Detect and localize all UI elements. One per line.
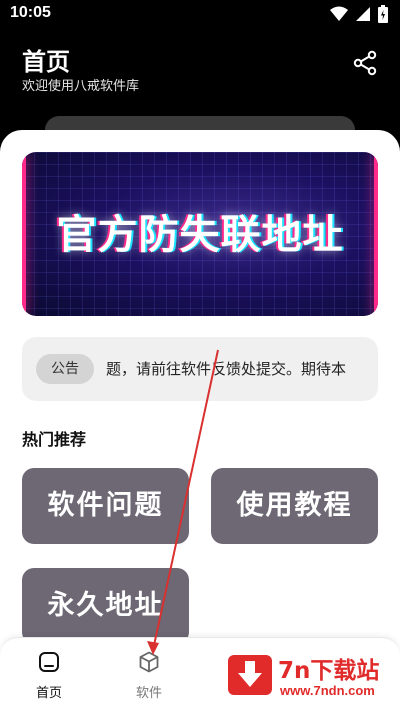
banner-text: 官方防失联地址 <box>56 212 344 258</box>
notice-text: 题，请前往软件反馈处提交。期待本 <box>106 360 347 378</box>
nav-item-home[interactable]: 首页 <box>19 650 79 701</box>
watermark-logo <box>228 655 272 695</box>
status-icons <box>330 5 388 23</box>
tile-tutorial[interactable]: 使用教程 <box>211 468 378 544</box>
app-header: 首页 欢迎使用八戒软件库 <box>0 30 400 130</box>
signal-icon <box>356 7 370 21</box>
watermark-title: 7n下载站 <box>278 658 380 684</box>
nav-item-software[interactable]: 软件 <box>119 650 179 701</box>
download-arrow-icon <box>238 661 262 687</box>
page-title: 首页 <box>22 48 70 76</box>
watermark: 7n下载站 www.7ndn.com <box>228 651 393 701</box>
nav-label-software: 软件 <box>135 686 162 701</box>
home-icon <box>39 652 59 672</box>
page-subtitle: 欢迎使用八戒软件库 <box>22 79 140 94</box>
watermark-url: www.7ndn.com <box>280 683 375 698</box>
status-bar: 10:05 <box>0 0 400 30</box>
section-title-hot: 热门推荐 <box>22 430 87 449</box>
notice-bar[interactable]: 公告 题，请前往软件反馈处提交。期待本 <box>22 337 378 401</box>
tile-permanent-address[interactable]: 永久地址 <box>22 568 189 644</box>
nav-label-home: 首页 <box>35 686 62 701</box>
notice-tag: 公告 <box>36 354 94 384</box>
status-time: 10:05 <box>10 4 51 21</box>
cube-icon <box>139 651 159 673</box>
tile-software-issues[interactable]: 软件问题 <box>22 468 189 544</box>
share-icon[interactable] <box>352 50 378 76</box>
banner[interactable]: 官方防失联地址 <box>22 152 378 316</box>
battery-icon <box>378 5 388 23</box>
content-panel: 官方防失联地址 公告 题，请前往软件反馈处提交。期待本 热门推荐 软件问题 使用… <box>0 130 400 711</box>
wifi-icon <box>330 6 348 21</box>
